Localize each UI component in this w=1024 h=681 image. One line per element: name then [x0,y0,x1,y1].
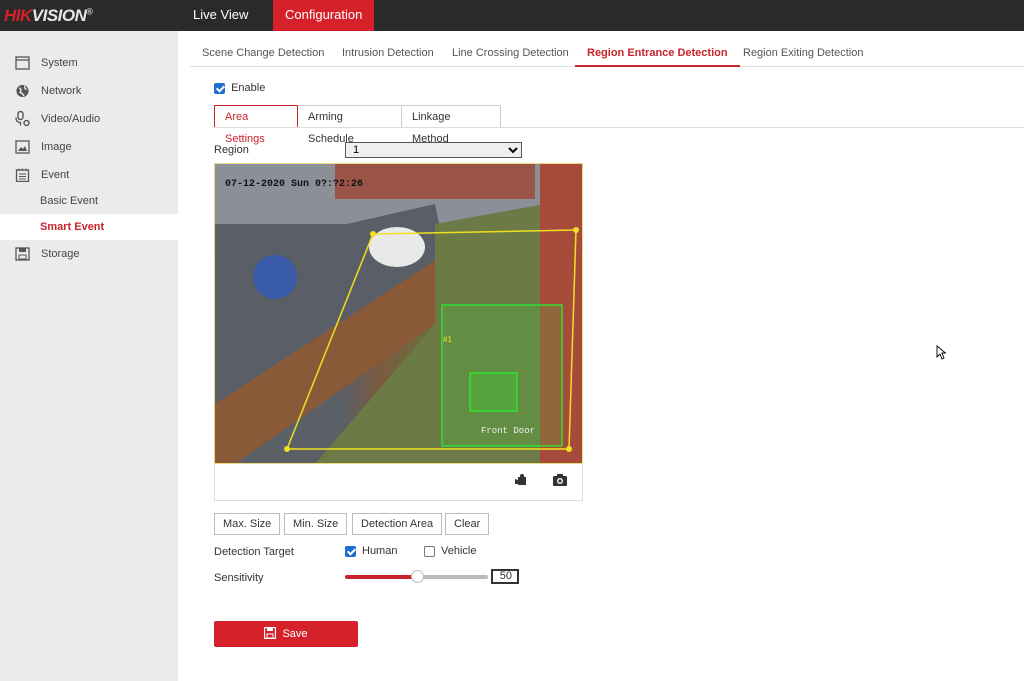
floppy-disk-icon [15,247,30,261]
image-icon [15,140,30,154]
human-checkbox[interactable] [345,545,356,557]
sidebar-item-storage[interactable]: Storage [0,241,178,267]
divider [214,127,1024,128]
sidebar-item-image[interactable]: Image [0,134,178,160]
hikvision-logo: HIKVISION® [4,6,93,26]
sidebar-item-network[interactable]: Network [0,78,178,104]
save-button[interactable]: Save [214,621,358,647]
microphone-icon [15,110,30,127]
enable-checkbox[interactable] [214,82,225,94]
tab-scene-change-detection[interactable]: Scene Change Detection [202,47,324,59]
video-timestamp: 07-12-2020 Sun 0?:?2:26 [225,179,364,190]
enable-checkbox-row[interactable]: Enable [214,82,265,94]
logo-text-red: HIK [4,6,32,25]
detection-tabs: Scene Change Detection Intrusion Detecti… [190,42,1024,67]
sidebar-item-label: Network [41,85,82,97]
sidebar-item-label: Storage [41,248,80,260]
nav-configuration[interactable]: Configuration [273,0,375,31]
video-toolbar [214,464,583,501]
sidebar-item-system[interactable]: System [0,50,178,76]
calendar-icon [15,168,30,182]
save-label: Save [282,628,308,640]
sensitivity-handle[interactable] [410,570,424,583]
scene-blue-car [253,255,297,299]
min-size-button[interactable]: Min. Size [284,513,348,535]
logo-text: VISION [31,6,87,25]
subtab-linkage-method[interactable]: Linkage Method [402,105,501,145]
min-size-rect[interactable] [469,372,518,412]
sensitivity-label: Sensitivity [214,572,264,584]
tab-intrusion-detection[interactable]: Intrusion Detection [342,47,434,59]
snapshot-camera-icon[interactable] [553,474,567,486]
human-checkbox-row[interactable]: Human [345,545,397,557]
sensitivity-fill [345,575,417,579]
tab-region-entrance-detection[interactable]: Region Entrance Detection [575,47,740,67]
registered-mark: ® [86,6,93,17]
region-select[interactable]: 1 [345,142,522,158]
sidebar-item-basic-event[interactable]: Basic Event [0,188,178,214]
sensitivity-value[interactable]: 50 [491,569,519,584]
vehicle-checkbox-row[interactable]: Vehicle [424,545,476,557]
sensitivity-slider[interactable] [345,570,488,583]
tab-region-exiting-detection[interactable]: Region Exiting Detection [743,47,863,59]
sidebar-item-event[interactable]: Event [0,162,178,188]
sidebar: System Network Video/Audio Image Event B… [0,31,178,681]
sidebar-item-label: Basic Event [40,195,99,207]
region-label: Region [214,144,249,156]
subtab-area-settings[interactable]: Area Settings [214,105,298,145]
top-bar: HIKVISION® Live View Configuration [0,0,1024,31]
sidebar-item-label: Image [41,141,72,153]
max-size-button[interactable]: Max. Size [214,513,281,535]
subtab-arming-schedule[interactable]: Arming Schedule [298,105,402,145]
sidebar-item-video-audio[interactable]: Video/Audio [0,106,178,132]
scene-houses [335,164,535,199]
tab-line-crossing-detection[interactable]: Line Crossing Detection [452,47,569,59]
region-vertex[interactable] [284,446,290,452]
region-vertex[interactable] [370,231,376,237]
region-vertex[interactable] [566,446,572,452]
region-number-label: #1 [443,335,452,344]
video-scene: #1 [215,164,582,463]
enable-label: Enable [231,82,266,95]
video-overlay-label: Front Door [481,426,536,436]
human-label: Human [362,545,398,558]
detection-area-button[interactable]: Detection Area [352,513,443,535]
monitor-icon [15,56,30,70]
globe-icon [16,84,29,98]
detection-target-label: Detection Target [214,546,294,558]
region-vertex[interactable] [573,227,579,233]
sidebar-item-label: Event [41,169,70,181]
record-video-icon[interactable] [515,474,529,486]
vehicle-checkbox[interactable] [424,545,435,557]
vehicle-label: Vehicle [441,545,477,558]
video-preview[interactable]: #1 07-12-2020 Sun 0?:?2:26 Front Door [214,163,583,464]
save-icon [264,626,277,640]
sidebar-item-label: System [41,57,78,69]
sidebar-item-smart-event[interactable]: Smart Event [0,214,178,240]
clear-button[interactable]: Clear [445,513,490,535]
mouse-cursor-icon [936,345,946,360]
nav-live-view[interactable]: Live View [181,0,260,31]
sidebar-item-label: Smart Event [40,221,105,233]
sidebar-item-label: Video/Audio [41,113,101,125]
